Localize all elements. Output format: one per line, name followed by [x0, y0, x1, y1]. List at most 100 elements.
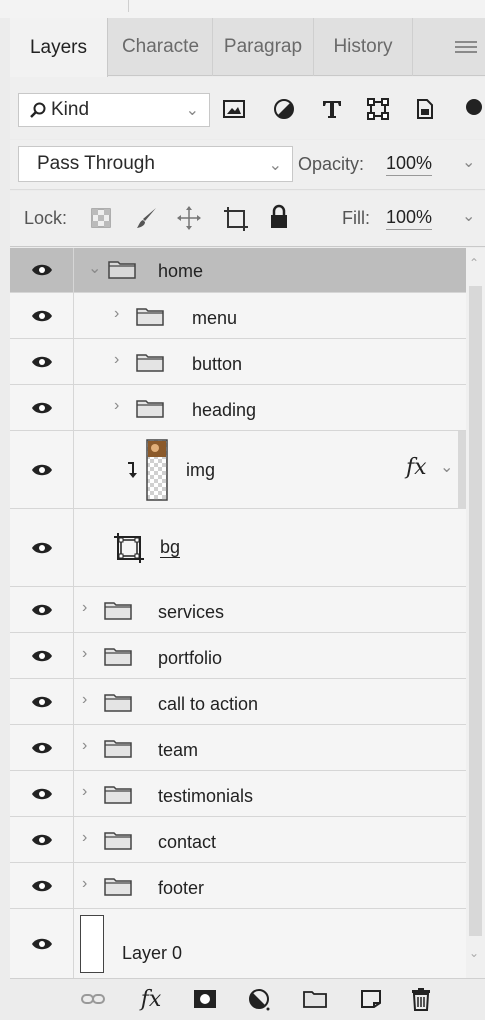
layers-scrollbar[interactable]: ⌃ ⌄	[466, 248, 485, 978]
tab-layers[interactable]: Layers	[10, 18, 108, 77]
layer-name[interactable]: call to action	[158, 694, 258, 715]
visibility-eye-icon[interactable]	[10, 248, 74, 292]
visibility-eye-icon[interactable]	[10, 385, 74, 430]
new-adjustment-layer-icon[interactable]	[246, 987, 272, 1011]
chevron-right-icon[interactable]: ›	[114, 397, 119, 415]
visibility-eye-icon[interactable]	[10, 771, 74, 816]
filter-kind-label: Kind	[51, 99, 90, 120]
layer-row-bg[interactable]: bg	[10, 509, 466, 587]
layer-name[interactable]: button	[192, 354, 242, 375]
layer-name[interactable]: Layer 0	[122, 943, 182, 964]
layer-name[interactable]: footer	[158, 878, 204, 899]
layer-row-contact[interactable]: › contact	[10, 817, 466, 863]
visibility-eye-icon[interactable]	[10, 509, 74, 586]
adjustment-layer-filter-icon[interactable]	[272, 97, 296, 121]
visibility-eye-icon[interactable]	[10, 587, 74, 632]
add-layer-mask-icon[interactable]	[192, 987, 218, 1011]
layer-name[interactable]: home	[158, 261, 203, 282]
add-layer-style-fx-icon[interactable]: fx	[138, 987, 164, 1012]
layer-name[interactable]: portfolio	[158, 648, 222, 669]
chevron-right-icon[interactable]: ›	[82, 599, 87, 617]
layer-row-home[interactable]: ⌄ home	[10, 248, 466, 293]
layer-row-heading[interactable]: › heading	[10, 385, 466, 431]
blend-row: Pass Through ⌄ Opacity: 100% ⌄	[10, 140, 485, 190]
chevron-right-icon[interactable]: ›	[82, 737, 87, 755]
visibility-eye-icon[interactable]	[10, 863, 74, 908]
visibility-eye-icon[interactable]	[10, 293, 74, 338]
panel-menu-icon[interactable]	[455, 38, 477, 56]
visibility-eye-icon[interactable]	[10, 633, 74, 678]
opacity-label: Opacity:	[298, 154, 365, 174]
fill-chevron-icon[interactable]: ⌄	[462, 206, 475, 226]
layer-row-team[interactable]: › team	[10, 725, 466, 771]
pixel-layer-filter-icon[interactable]	[222, 97, 246, 121]
layer-name[interactable]: testimonials	[158, 786, 253, 807]
layer-name[interactable]: team	[158, 740, 198, 761]
scrollbar-thumb[interactable]	[469, 286, 482, 936]
fill-input[interactable]: 100%	[386, 207, 433, 230]
layer-name[interactable]: menu	[192, 308, 237, 329]
new-layer-icon[interactable]	[358, 987, 384, 1011]
chevron-right-icon[interactable]: ›	[82, 691, 87, 709]
layer-effects-fx-icon[interactable]: fx	[406, 455, 427, 480]
layer-row-button[interactable]: › button	[10, 339, 466, 385]
folder-icon	[104, 602, 132, 620]
blend-mode-value: Pass Through	[37, 153, 155, 174]
layer-row-portfolio[interactable]: › portfolio	[10, 633, 466, 679]
lock-position-icon[interactable]	[176, 205, 202, 231]
shape-layer-filter-icon[interactable]	[366, 97, 390, 121]
layer-row-call-to-action[interactable]: › call to action	[10, 679, 466, 725]
chevron-right-icon[interactable]: ›	[82, 829, 87, 847]
chevron-down-icon[interactable]: ⌄	[440, 457, 453, 477]
layer-row-menu[interactable]: › menu	[10, 293, 466, 339]
visibility-eye-icon[interactable]	[10, 339, 74, 384]
link-layers-icon[interactable]	[80, 987, 106, 1011]
panel-top-strip	[0, 0, 485, 18]
layer-row-footer[interactable]: › footer	[10, 863, 466, 909]
visibility-eye-icon[interactable]	[10, 909, 74, 978]
chevron-right-icon[interactable]: ›	[82, 645, 87, 663]
layer-row-img[interactable]: img fx ⌄	[10, 431, 466, 509]
smart-object-filter-icon[interactable]	[412, 97, 436, 121]
new-group-folder-icon[interactable]	[302, 987, 328, 1011]
layer-name[interactable]: contact	[158, 832, 216, 853]
lock-row: Lock: Fill: 100% ⌄	[10, 191, 485, 247]
tab-character[interactable]: Characte	[109, 18, 213, 76]
chevron-right-icon[interactable]: ›	[114, 351, 119, 369]
tab-paragraph[interactable]: Paragrap	[213, 18, 314, 76]
layer-name[interactable]: heading	[192, 400, 256, 421]
layer-row-layer-0[interactable]: Layer 0	[10, 909, 466, 978]
scroll-down-icon[interactable]: ⌄	[469, 946, 479, 960]
layer-row-testimonials[interactable]: › testimonials	[10, 771, 466, 817]
filter-toggle-icon[interactable]	[462, 97, 485, 121]
chevron-down-icon[interactable]: ⌄	[88, 258, 101, 278]
panel-tab-bar: Layers Characte Paragrap History	[10, 18, 485, 77]
folder-icon	[104, 832, 132, 850]
delete-layer-trash-icon[interactable]	[408, 987, 434, 1011]
chevron-right-icon[interactable]: ›	[82, 875, 87, 893]
tab-history[interactable]: History	[314, 18, 413, 76]
layer-name[interactable]: bg	[160, 537, 181, 558]
lock-transparent-pixels-icon[interactable]	[90, 207, 112, 229]
lock-all-icon[interactable]	[268, 204, 290, 230]
layers-bottom-toolbar: fx	[10, 978, 485, 1020]
visibility-eye-icon[interactable]	[10, 725, 74, 770]
lock-artboard-icon[interactable]	[222, 205, 250, 233]
layer-row-services[interactable]: › services	[10, 587, 466, 633]
blend-mode-select[interactable]: Pass Through ⌄	[18, 146, 293, 182]
visibility-eye-icon[interactable]	[10, 817, 74, 862]
opacity-chevron-icon[interactable]: ⌄	[462, 152, 475, 172]
lock-image-pixels-icon[interactable]	[134, 205, 160, 231]
scroll-up-icon[interactable]: ⌃	[469, 256, 479, 270]
filter-kind-select[interactable]: Kind ⌄	[18, 93, 210, 127]
folder-icon	[104, 694, 132, 712]
chevron-right-icon[interactable]: ›	[114, 305, 119, 323]
layer-name[interactable]: img	[186, 460, 215, 481]
opacity-input[interactable]: 100%	[386, 153, 433, 176]
layer-name[interactable]: services	[158, 602, 224, 623]
type-layer-filter-icon[interactable]	[320, 97, 344, 121]
visibility-eye-icon[interactable]	[10, 679, 74, 724]
chevron-right-icon[interactable]: ›	[82, 783, 87, 801]
folder-icon	[104, 648, 132, 666]
visibility-eye-icon[interactable]	[10, 431, 74, 508]
